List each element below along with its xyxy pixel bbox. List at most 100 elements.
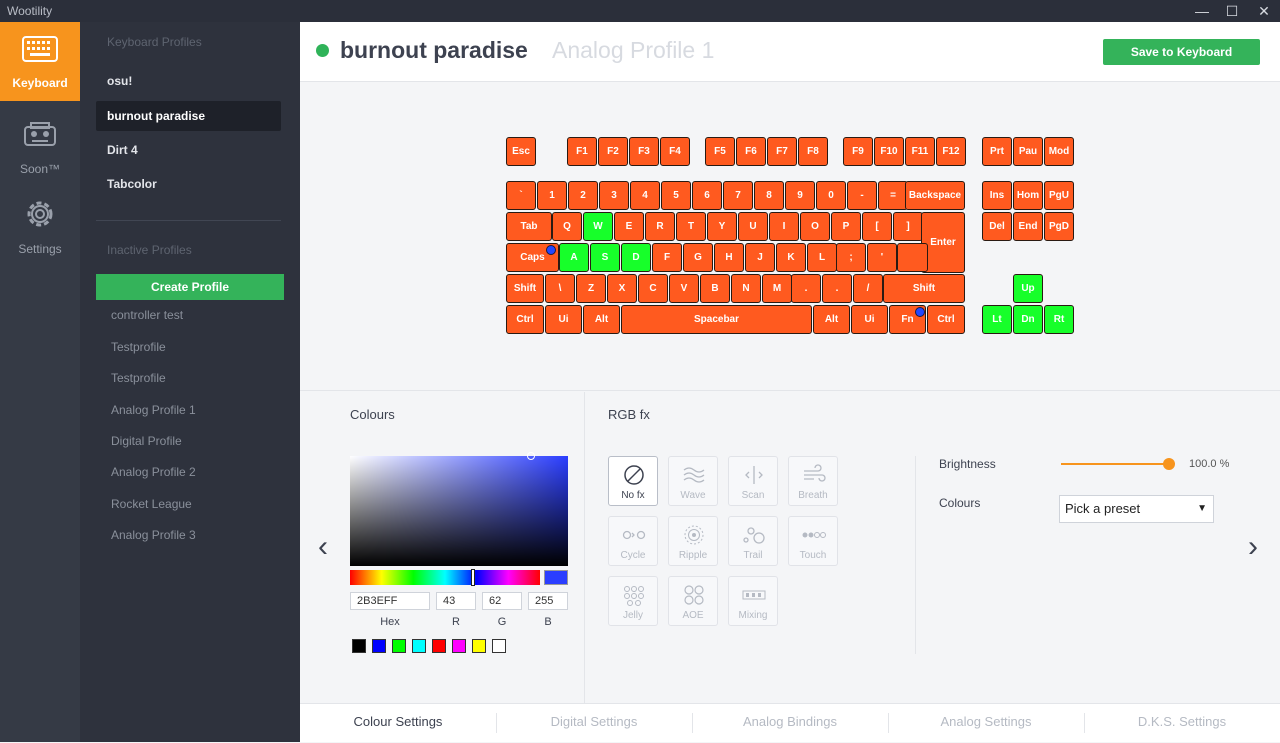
tab-analog-bindings[interactable]: Analog Bindings: [692, 704, 888, 743]
inactive-profile-item[interactable]: Digital Profile: [111, 434, 182, 448]
key[interactable]: Ui: [851, 305, 888, 334]
key[interactable]: Hom: [1013, 181, 1043, 210]
key[interactable]: P: [831, 212, 861, 241]
brightness-slider-handle[interactable]: [1163, 458, 1175, 470]
key[interactable]: ': [867, 243, 897, 272]
key[interactable]: /: [853, 274, 883, 303]
key[interactable]: ]: [893, 212, 923, 241]
key[interactable]: C: [638, 274, 668, 303]
key[interactable]: `: [506, 181, 536, 210]
key[interactable]: I: [769, 212, 799, 241]
hex-input[interactable]: [350, 592, 430, 610]
key[interactable]: O: [800, 212, 830, 241]
key[interactable]: Q: [552, 212, 582, 241]
key-highlighted[interactable]: Rt: [1044, 305, 1074, 334]
key[interactable]: J: [745, 243, 775, 272]
key[interactable]: U: [738, 212, 768, 241]
brightness-slider[interactable]: [1061, 463, 1169, 465]
key[interactable]: F4: [660, 137, 690, 166]
nav-keyboard[interactable]: Keyboard: [0, 22, 80, 101]
key[interactable]: =: [878, 181, 908, 210]
key[interactable]: E: [614, 212, 644, 241]
fx-wave[interactable]: Wave: [668, 456, 718, 506]
key[interactable]: PgD: [1044, 212, 1074, 241]
key[interactable]: Del: [982, 212, 1012, 241]
palette-swatch-magenta[interactable]: [452, 639, 466, 653]
fx-no-fx[interactable]: No fx: [608, 456, 658, 506]
inactive-profile-item[interactable]: Analog Profile 3: [111, 528, 196, 542]
key[interactable]: Ui: [545, 305, 582, 334]
key-tab[interactable]: Tab: [506, 212, 552, 241]
key[interactable]: L: [807, 243, 837, 272]
key[interactable]: G: [683, 243, 713, 272]
colour-picker-handle[interactable]: [527, 452, 535, 460]
key[interactable]: .: [822, 274, 852, 303]
inactive-profile-item[interactable]: Testprofile: [111, 371, 166, 385]
key[interactable]: Ins: [982, 181, 1012, 210]
key[interactable]: X: [607, 274, 637, 303]
key[interactable]: PgU: [1044, 181, 1074, 210]
profile-item-active[interactable]: burnout paradise: [96, 101, 281, 131]
key[interactable]: .: [791, 274, 821, 303]
key-highlighted[interactable]: Up: [1013, 274, 1043, 303]
key-backspace[interactable]: Backspace: [905, 181, 965, 210]
key[interactable]: F9: [843, 137, 873, 166]
maximize-button[interactable]: ☐: [1216, 0, 1248, 22]
fx-scan[interactable]: Scan: [728, 456, 778, 506]
palette-swatch-green[interactable]: [392, 639, 406, 653]
key[interactable]: 2: [568, 181, 598, 210]
fx-touch[interactable]: Touch: [788, 516, 838, 566]
inactive-profile-item[interactable]: Rocket League: [111, 497, 192, 511]
close-button[interactable]: ✕: [1248, 0, 1280, 22]
inactive-profile-item[interactable]: controller test: [111, 308, 183, 322]
key[interactable]: M: [762, 274, 792, 303]
key-highlighted[interactable]: S: [590, 243, 620, 272]
inactive-profile-item[interactable]: Analog Profile 2: [111, 465, 196, 479]
profile-item[interactable]: osu!: [96, 66, 281, 96]
palette-swatch-red[interactable]: [432, 639, 446, 653]
key-highlighted[interactable]: Dn: [1013, 305, 1043, 334]
key[interactable]: F5: [705, 137, 735, 166]
key[interactable]: Y: [707, 212, 737, 241]
profile-item[interactable]: Tabcolor: [96, 169, 281, 199]
key[interactable]: 5: [661, 181, 691, 210]
r-input[interactable]: [436, 592, 476, 610]
key[interactable]: \: [545, 274, 575, 303]
colour-picker-area[interactable]: [350, 452, 568, 566]
key[interactable]: [: [862, 212, 892, 241]
hue-slider-handle[interactable]: [471, 569, 475, 586]
palette-swatch-black[interactable]: [352, 639, 366, 653]
inactive-profile-item[interactable]: Testprofile: [111, 340, 166, 354]
create-profile-button[interactable]: Create Profile: [96, 274, 284, 300]
key[interactable]: 1: [537, 181, 567, 210]
key[interactable]: 6: [692, 181, 722, 210]
key-highlighted[interactable]: W: [583, 212, 613, 241]
key-spacebar[interactable]: Spacebar: [621, 305, 812, 334]
key[interactable]: 0: [816, 181, 846, 210]
key-highlighted[interactable]: D: [621, 243, 651, 272]
fx-breath[interactable]: Breath: [788, 456, 838, 506]
palette-swatch-white[interactable]: [492, 639, 506, 653]
key-shift-right[interactable]: Shift: [883, 274, 965, 303]
key-shift-left[interactable]: Shift: [506, 274, 544, 303]
profile-item[interactable]: Dirt 4: [96, 135, 281, 165]
b-input[interactable]: [528, 592, 568, 610]
key[interactable]: K: [776, 243, 806, 272]
key[interactable]: F1: [567, 137, 597, 166]
key[interactable]: 4: [630, 181, 660, 210]
key[interactable]: F11: [905, 137, 935, 166]
fx-ripple[interactable]: Ripple: [668, 516, 718, 566]
key[interactable]: 9: [785, 181, 815, 210]
palette-swatch-yellow[interactable]: [472, 639, 486, 653]
nav-settings[interactable]: Settings: [0, 188, 80, 267]
hue-slider[interactable]: [350, 569, 540, 586]
key[interactable]: Prt: [982, 137, 1012, 166]
palette-swatch-blue[interactable]: [372, 639, 386, 653]
key-highlighted[interactable]: A: [559, 243, 589, 272]
key[interactable]: R: [645, 212, 675, 241]
fx-mixing[interactable]: Mixing: [728, 576, 778, 626]
key[interactable]: F: [652, 243, 682, 272]
chevron-right-icon[interactable]: ›: [1248, 532, 1258, 562]
key[interactable]: F2: [598, 137, 628, 166]
key[interactable]: F7: [767, 137, 797, 166]
